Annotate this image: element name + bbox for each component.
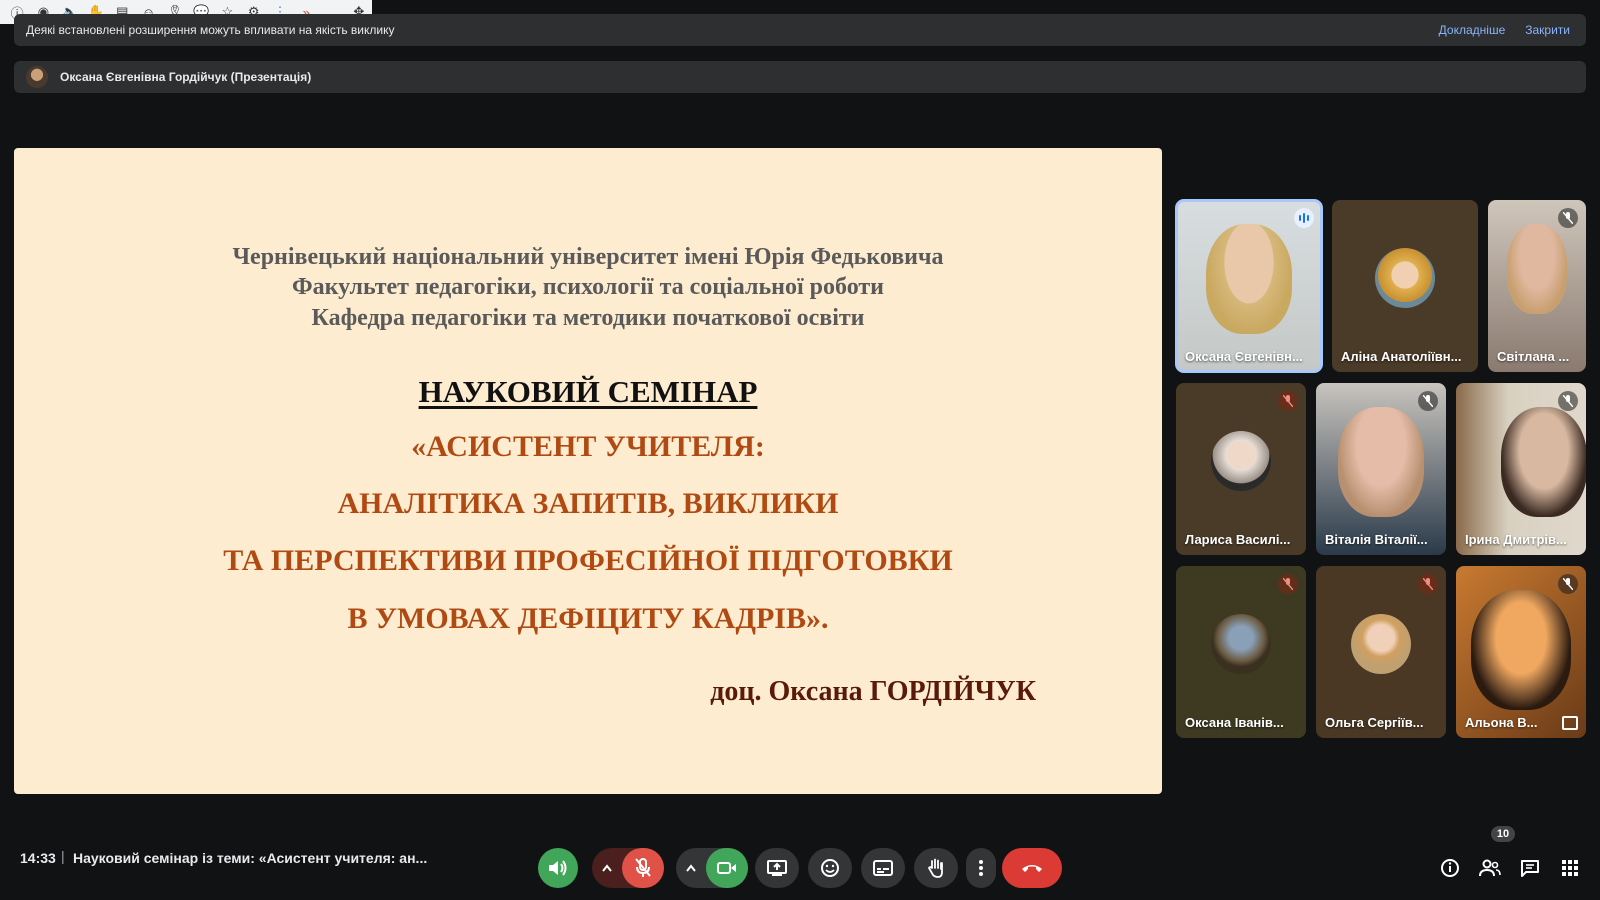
emoji-icon [821,859,839,877]
camera-group [676,848,748,888]
meeting-title: Науковий семінар із теми: «Асистент учит… [73,850,428,866]
topic-line: АНАЛІТИКА ЗАПИТІВ, ВИКЛИКИ [337,487,839,520]
author-line: доц. Оксана ГОРДІЙЧУК [710,676,1036,707]
participant-video [1507,224,1567,314]
muted-mic-icon [1558,574,1578,594]
participant-avatar [1351,614,1411,674]
muted-mic-icon [1558,208,1578,228]
camera-icon [717,862,736,874]
participant-video [1501,407,1586,517]
hang-up-icon [1022,865,1042,872]
pin-icon[interactable] [1562,716,1578,730]
chevron-up-icon [686,864,696,872]
participant-name: Альона В... [1465,715,1538,730]
participant-name: Аліна Анатоліївн... [1341,349,1462,364]
present-screen-icon [767,860,787,876]
toggle-camera-button[interactable] [706,848,748,888]
seminar-heading: НАУКОВИЙ СЕМІНАР [14,374,1162,410]
presentation-slide: Чернівецький національний університет ім… [14,148,1162,794]
apps-grid-icon [1562,860,1578,876]
camera-options-button[interactable] [676,848,706,888]
meeting-controls-bar: 14:33 | Науковий семінар із теми: «Асист… [0,826,1600,900]
seminar-heading-text: НАУКОВИЙ СЕМІНАР [418,374,758,409]
muted-mic-icon [1418,391,1438,411]
participant-name: Ірина Дмитрів... [1465,532,1567,547]
institution-line: Кафедра педагогіки та методики початково… [311,305,865,331]
chevron-up-icon [602,864,612,872]
info-icon [1441,859,1459,877]
more-options-button[interactable] [966,848,996,888]
learn-more-link[interactable]: Докладніше [1439,23,1506,37]
participant-video [1206,224,1292,334]
participant-tile[interactable]: Лариса Василі... [1176,383,1306,555]
mute-microphone-button[interactable] [622,848,664,888]
participant-tile[interactable]: Оксана Євгенівн... [1175,199,1323,373]
participant-tile[interactable]: Альона В... [1456,566,1586,738]
participant-tile[interactable]: Віталія Віталії... [1316,383,1446,555]
speaking-indicator-icon [1294,208,1314,228]
extensions-warning-banner: Деякі встановлені розширення можуть впли… [14,14,1586,46]
chat-icon [1521,860,1539,877]
muted-mic-icon [1558,391,1578,411]
speaker-button[interactable] [538,848,578,888]
chat-button[interactable] [1510,848,1550,888]
participant-name: Оксана Іванів... [1185,715,1284,730]
participant-name: Ольга Сергіїв... [1325,715,1424,730]
hand-icon [927,858,943,878]
banner-message: Деякі встановлені розширення можуть впли… [26,23,395,37]
muted-mic-icon [1278,574,1298,594]
participant-tile[interactable]: Аліна Анатоліївн... [1332,200,1478,372]
muted-mic-icon [1418,574,1438,594]
institution-line: Чернівецький національний університет ім… [232,244,944,270]
participant-avatar [1211,431,1271,491]
meeting-clock: 14:33 [20,850,56,866]
participant-name: Світлана ... [1497,349,1570,364]
participant-name: Оксана Євгенівн... [1185,349,1303,364]
captions-button[interactable] [861,848,905,888]
speaker-icon [549,860,567,876]
topic-line: «АСИСТЕНТ УЧИТЕЛЯ: [411,430,765,463]
close-banner-link[interactable]: Закрити [1525,23,1570,37]
people-button[interactable] [1470,848,1510,888]
participant-avatar [1375,248,1435,308]
participant-video [1471,590,1571,710]
microphone-group [592,848,664,888]
mic-options-button[interactable] [592,848,622,888]
leave-call-button[interactable] [1002,848,1062,888]
topic-line: ТА ПЕРСПЕКТИВИ ПРОФЕСІЙНОЇ ПІДГОТОВКИ [223,544,953,577]
separator: | [61,848,65,864]
more-vertical-icon [979,860,983,876]
presenter-bar[interactable]: Оксана Євгенівна Гордійчук (Презентація) [14,61,1586,93]
meeting-details-button[interactable] [1430,848,1470,888]
captions-icon [873,860,893,876]
institution-line: Факультет педагогіки, психології та соці… [291,274,884,300]
participant-tile[interactable]: Ольга Сергіїв... [1316,566,1446,738]
topic-line: В УМОВАХ ДЕФІЦИТУ КАДРІВ». [347,602,829,635]
reactions-button[interactable] [808,848,852,888]
participant-tile[interactable]: Ірина Дмитрів... [1456,383,1586,555]
participant-tile[interactable]: Світлана ... [1488,200,1586,372]
participant-name: Лариса Василі... [1185,532,1291,547]
participant-name: Віталія Віталії... [1325,532,1428,547]
present-screen-button[interactable] [755,848,799,888]
activities-button[interactable] [1550,848,1590,888]
participant-count-badge: 10 [1491,826,1515,842]
muted-mic-icon [1278,391,1298,411]
people-icon [1479,859,1501,877]
presenter-avatar [26,66,48,88]
presenter-label: Оксана Євгенівна Гордійчук (Презентація) [60,70,312,84]
participant-video [1338,407,1424,517]
mic-off-icon [635,858,651,877]
participant-tile[interactable]: Оксана Іванів... [1176,566,1306,738]
raise-hand-button[interactable] [914,848,958,888]
participant-avatar [1211,614,1271,674]
